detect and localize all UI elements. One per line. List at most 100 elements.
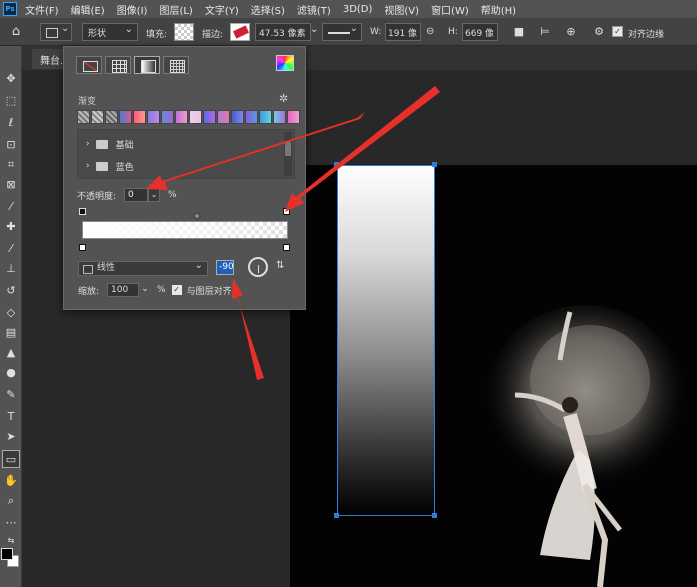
opacity-row: 不透明度: 0 ⌄ % (77, 188, 177, 202)
type-tool-icon[interactable]: T (2, 408, 20, 426)
folder-basic[interactable]: › 基础 (86, 136, 134, 152)
path-selection-icon[interactable]: ➤ (2, 428, 20, 446)
reverse-gradient-icon[interactable]: ⇅ (276, 260, 290, 274)
preset-swatch[interactable] (119, 110, 132, 124)
anchor-handle[interactable] (432, 162, 437, 167)
path-arrangement-icon[interactable]: ⊕ (564, 25, 578, 39)
fill-swatch[interactable] (174, 23, 194, 41)
more-tools-icon[interactable]: ⋯ (2, 514, 20, 532)
stroke-size-input[interactable]: 47.53 像素 (255, 23, 311, 41)
frame-tool-icon[interactable]: ⊠ (2, 176, 20, 194)
crop-tool-icon[interactable]: ⌗ (2, 156, 20, 174)
gear-icon[interactable]: ⚙ (592, 25, 606, 39)
preset-swatch[interactable] (77, 110, 90, 124)
link-icon[interactable]: ⊖ (426, 26, 434, 37)
chevron-down-icon[interactable]: ⌄ (310, 24, 320, 35)
preset-swatch[interactable] (189, 110, 202, 124)
chevron-down-icon[interactable]: ⌄ (148, 188, 161, 202)
zoom-tool-icon[interactable]: ⌕ (2, 492, 20, 510)
blur-tool-icon[interactable]: ▲ (2, 344, 20, 362)
history-brush-icon[interactable]: ↺ (2, 282, 20, 300)
eyedropper-tool-icon[interactable]: ⁄ (2, 198, 20, 216)
preset-swatch[interactable] (147, 110, 160, 124)
menu-window[interactable]: 窗口(W) (431, 2, 469, 17)
angle-dial[interactable] (248, 257, 268, 277)
preset-swatch[interactable] (259, 110, 272, 124)
scale-input[interactable]: 100 (107, 283, 140, 297)
menu-layer[interactable]: 图层(L) (159, 2, 192, 17)
shape-mode-select[interactable]: 形状 (82, 23, 138, 41)
tool-preset-picker[interactable] (40, 23, 72, 41)
menu-edit[interactable]: 编辑(E) (71, 2, 105, 17)
gradient-preview-bar[interactable] (82, 221, 288, 239)
gradient-rectangle-shape[interactable] (337, 165, 435, 516)
anchor-handle[interactable] (334, 513, 339, 518)
menu-help[interactable]: 帮助(H) (481, 2, 516, 17)
home-icon[interactable]: ⌂ (8, 24, 24, 40)
preset-swatch[interactable] (133, 110, 146, 124)
angle-input[interactable]: -90 (216, 260, 234, 275)
pen-tool-icon[interactable]: ✎ (2, 386, 20, 404)
move-tool-icon[interactable]: ✥ (2, 70, 20, 88)
align-edges-checkbox[interactable]: ✓ (612, 26, 623, 37)
color-stop-left[interactable] (79, 244, 86, 251)
menu-filter[interactable]: 滤镜(T) (297, 2, 331, 17)
menu-view[interactable]: 视图(V) (384, 2, 419, 17)
opacity-stop-right[interactable] (283, 208, 290, 215)
preset-swatch[interactable] (203, 110, 216, 124)
brush-tool-icon[interactable]: ⁄ (2, 240, 20, 258)
align-with-layer-checkbox[interactable]: ✓ (171, 285, 182, 295)
no-fill-button[interactable] (76, 56, 102, 74)
anchor-handle[interactable] (334, 162, 339, 167)
gradient-presets (77, 110, 301, 124)
menu-select[interactable]: 选择(S) (251, 2, 285, 17)
menu-type[interactable]: 文字(Y) (205, 2, 239, 17)
gradient-tool-icon[interactable]: ▤ (2, 324, 20, 342)
preset-swatch[interactable] (105, 110, 118, 124)
height-label: H: (448, 27, 458, 37)
gradient-type-select[interactable]: 线性 (78, 259, 208, 276)
preset-swatch[interactable] (231, 110, 244, 124)
marquee-tool-icon[interactable]: ⬚ (2, 92, 20, 110)
dodge-tool-icon[interactable]: ● (2, 364, 20, 382)
lasso-tool-icon[interactable]: ℓ (2, 114, 20, 132)
preset-swatch[interactable] (217, 110, 230, 124)
opacity-midpoint[interactable] (192, 211, 202, 221)
foreground-color-swatch[interactable] (1, 548, 13, 560)
folder-blue[interactable]: › 蓝色 (86, 158, 134, 174)
menu-file[interactable]: 文件(F) (25, 2, 59, 17)
anchor-handle[interactable] (432, 513, 437, 518)
rectangle-tool-icon[interactable]: ▭ (2, 450, 20, 468)
hand-tool-icon[interactable]: ✋ (2, 472, 20, 490)
opacity-input[interactable]: 0 (124, 188, 149, 202)
stroke-type-select[interactable] (322, 23, 362, 41)
color-stop-right[interactable] (283, 244, 290, 251)
stroke-swatch[interactable] (230, 23, 250, 41)
preset-swatch[interactable] (273, 110, 286, 124)
preset-swatch[interactable] (91, 110, 104, 124)
menu-3d[interactable]: 3D(D) (343, 4, 373, 15)
healing-brush-icon[interactable]: ✚ (2, 218, 20, 236)
preset-swatch[interactable] (175, 110, 188, 124)
photoshop-logo-icon[interactable]: Ps (3, 2, 17, 16)
path-operations-icon[interactable]: ■ (512, 25, 526, 39)
opacity-stop-left[interactable] (79, 208, 86, 215)
preset-swatch[interactable] (287, 110, 300, 124)
menu-image[interactable]: 图像(I) (117, 2, 148, 17)
preset-swatch[interactable] (245, 110, 258, 124)
solid-fill-button[interactable] (105, 56, 131, 74)
path-alignment-icon[interactable]: ⊨ (538, 25, 552, 39)
gear-icon[interactable]: ✲ (279, 92, 288, 105)
tools-panel: ✥ ⬚ ℓ ⊡ ⌗ ⊠ ⁄ ✚ ⁄ ⊥ ↺ ◇ ▤ ▲ ● ✎ T ➤ ▭ ✋ … (0, 46, 22, 587)
preset-swatch[interactable] (161, 110, 174, 124)
eraser-tool-icon[interactable]: ◇ (2, 304, 20, 322)
gradient-fill-button[interactable] (134, 56, 160, 74)
folder-scroll-thumb[interactable] (285, 142, 291, 156)
pattern-fill-button[interactable] (163, 56, 189, 74)
chevron-down-icon[interactable]: ⌄ (139, 283, 151, 297)
color-picker-icon[interactable] (276, 55, 294, 71)
clone-stamp-icon[interactable]: ⊥ (2, 260, 20, 278)
object-select-tool-icon[interactable]: ⊡ (2, 136, 20, 154)
width-input[interactable]: 191 像 (385, 23, 421, 41)
height-input[interactable]: 669 像 (462, 23, 498, 41)
